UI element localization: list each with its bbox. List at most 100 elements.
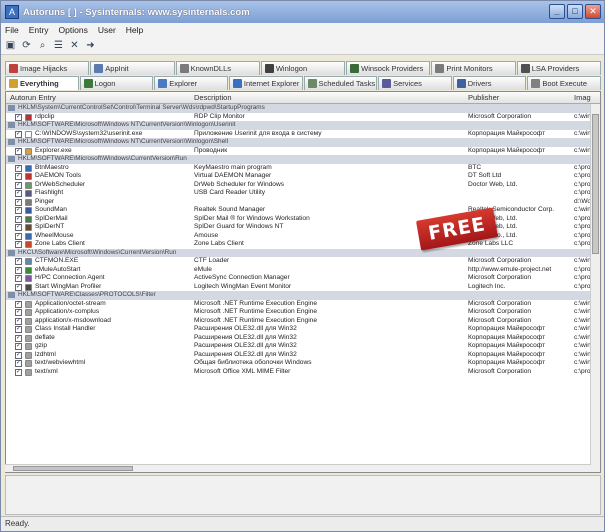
entry-checkbox[interactable]: ✓: [15, 275, 22, 282]
find-icon[interactable]: ⌕: [37, 40, 48, 51]
column-image-path[interactable]: Imag: [574, 93, 591, 102]
entry-checkbox[interactable]: ✓: [15, 190, 22, 197]
autorun-entry-row[interactable]: ✓WheelMouseAmouseAmtech Co., Ltd.c:\pro: [6, 232, 600, 241]
autorun-entry-row[interactable]: ✓ Application/x-complus Microsoft .NET Run…: [6, 308, 600, 317]
tab-drivers[interactable]: Drivers: [452, 76, 527, 90]
entry-checkbox[interactable]: ✓: [15, 113, 22, 121]
column-autorun-entry[interactable]: Autorun Entry: [10, 93, 56, 102]
tab-boot-execute[interactable]: Boot Execute: [527, 76, 601, 90]
entry-checkbox[interactable]: ✓: [15, 232, 22, 240]
vertical-scrollbar[interactable]: [590, 104, 600, 472]
entry-checkbox[interactable]: ✓: [15, 173, 22, 180]
autorun-entry-row[interactable]: ✓ Class Install Handler Расширения OLE32.d…: [6, 325, 600, 334]
horizontal-scrollbar[interactable]: [5, 464, 591, 472]
entry-checkbox[interactable]: ✓: [15, 368, 22, 376]
delete-icon[interactable]: ✕: [69, 40, 80, 51]
registry-key-row[interactable]: HKCU\Software\Microsoft\Windows\CurrentV…: [6, 248, 600, 257]
tab-winlogon[interactable]: Winlogon: [260, 61, 346, 75]
entry-checkbox[interactable]: ✓: [15, 215, 22, 223]
autorun-entry-row[interactable]: ✓ text/webviewhtml Общая библиотека оболоч…: [6, 359, 600, 368]
autorun-entry-row[interactable]: ✓ DrWebScheduler DrWeb Scheduler for Windo…: [6, 181, 600, 190]
autorun-entry-row[interactable]: ✓ text/xml Microsoft Office XML MIME Filte…: [6, 368, 600, 377]
autorun-entry-row[interactable]: ✓ Flashlight USB Card Reader Utility c:\pro: [6, 189, 600, 198]
tab-icon: [382, 79, 392, 88]
registry-key-row[interactable]: HKLM\SOFTWARE\Microsoft\Windows\CurrentV…: [6, 155, 600, 164]
entry-checkbox[interactable]: ✓: [15, 198, 22, 206]
tab-scheduled-tasks[interactable]: Scheduled Tasks: [303, 76, 378, 90]
entry-checkbox[interactable]: ✓: [15, 300, 22, 308]
entry-checkbox[interactable]: ✓: [15, 207, 22, 214]
vertical-scroll-thumb[interactable]: [592, 114, 599, 254]
autorun-entry-row[interactable]: ✓ Application/octet-stream Microsoft .NET …: [6, 300, 600, 309]
autorun-entry-row[interactable]: ✓ Explorer.exe Проводник Корпорация Майкрос…: [6, 147, 600, 156]
horizontal-scroll-thumb[interactable]: [13, 466, 133, 471]
entry-checkbox[interactable]: ✓: [15, 283, 22, 291]
entry-checkbox[interactable]: ✓: [15, 224, 22, 231]
entry-checkbox[interactable]: ✓: [15, 266, 22, 274]
menu-item-entry[interactable]: Entry: [29, 25, 49, 35]
entry-icon: [25, 147, 32, 155]
autorun-entry-row[interactable]: ✓ Zone Labs Client Zone Labs Client Zone La…: [6, 240, 600, 249]
registry-key-row[interactable]: HKLM\System\CurrentControlSet\Control\Te…: [6, 104, 600, 113]
entry-checkbox[interactable]: ✓: [15, 241, 22, 248]
entry-checkbox[interactable]: ✓: [15, 343, 22, 350]
entry-checkbox[interactable]: ✓: [15, 181, 22, 189]
registry-key-row[interactable]: HKLM\SOFTWARE\Microsoft\Windows NT\Curre…: [6, 121, 600, 130]
entry-checkbox[interactable]: ✓: [15, 130, 22, 138]
tab-explorer[interactable]: Explorer: [154, 76, 228, 90]
title-bar[interactable]: A Autoruns [ ] - Sysinternals: www.sysin…: [1, 1, 604, 23]
tab-services[interactable]: Services: [378, 76, 452, 90]
autoruns-list[interactable]: Autorun Entry Description Publisher Imag…: [5, 91, 601, 473]
tab-lsa-providers[interactable]: LSA Providers: [516, 61, 601, 75]
entry-checkbox[interactable]: ✓: [15, 258, 22, 265]
entry-checkbox[interactable]: ✓: [15, 351, 22, 359]
autorun-entry-row[interactable]: ✓ Start WingMan Profiler Logitech WingMan …: [6, 283, 600, 292]
entry-checkbox[interactable]: ✓: [15, 317, 22, 325]
minimize-button[interactable]: _: [549, 4, 565, 19]
tab-icon: [264, 64, 274, 73]
menu-item-options[interactable]: Options: [59, 25, 88, 35]
autorun-entry-row[interactable]: ✓ Pinger d:\Wo: [6, 198, 600, 207]
menu-item-user[interactable]: User: [98, 25, 116, 35]
save-icon[interactable]: ▣: [5, 40, 16, 51]
jump-icon[interactable]: ➜: [85, 40, 96, 51]
tab-winsock-providers[interactable]: Winsock Providers: [346, 61, 431, 75]
maximize-button[interactable]: □: [567, 4, 583, 19]
properties-icon[interactable]: ☰: [53, 40, 64, 51]
column-publisher[interactable]: Publisher: [468, 93, 499, 102]
tab-everything[interactable]: Everything: [5, 76, 79, 90]
autorun-entry-row[interactable]: ✓ C:\WINDOWS\system32\userinit.exe Приложе…: [6, 130, 600, 139]
autorun-entry-row[interactable]: ✓ lzdhtml Расширения OLE32.dll для Win32 Ко…: [6, 351, 600, 360]
autorun-entry-row[interactable]: ✓ SoundMan Realtek Sound Manager Realtek Se…: [6, 206, 600, 215]
autorun-entry-row[interactable]: ✓ CTFMON.EXE CTF Loader Microsoft Corporati…: [6, 257, 600, 266]
autorun-entry-row[interactable]: ✓ SpIDerMail SpIDer Mail ® for Windows Wor…: [6, 215, 600, 224]
autorun-entry-row[interactable]: ✓ H/PC Connection Agent ActiveSync Connect…: [6, 274, 600, 283]
entry-checkbox[interactable]: ✓: [15, 147, 22, 155]
entry-checkbox[interactable]: ✓: [15, 309, 22, 316]
autorun-entry-row[interactable]: ✓ deflate Расширения OLE32.dll для Win32 Ко…: [6, 334, 600, 343]
entry-checkbox[interactable]: ✓: [15, 164, 22, 172]
menu-item-file[interactable]: File: [5, 25, 19, 35]
tab-logon[interactable]: Logon: [79, 76, 154, 90]
autorun-entry-row[interactable]: ✓ BtnMaestro KeyMaestro main program BTC c:\…: [6, 164, 600, 173]
entry-checkbox[interactable]: ✓: [15, 360, 22, 367]
registry-key-row[interactable]: HKLM\SOFTWARE\Microsoft\Windows NT\Curre…: [6, 138, 600, 147]
autorun-entry-row[interactable]: ✓ gzip Расширения OLE32.dll для Win32 Корпо…: [6, 342, 600, 351]
autorun-entry-row[interactable]: ✓SpIDerNTSpIDer Guard for Windows NTDoct…: [6, 223, 600, 232]
autorun-entry-row[interactable]: ✓ eMuleAutoStart eMule http://www.emule-pro…: [6, 266, 600, 275]
close-button[interactable]: ✕: [585, 4, 601, 19]
tab-knowndlls[interactable]: KnownDLLs: [175, 61, 260, 75]
refresh-icon[interactable]: ⟳: [21, 40, 32, 51]
tab-print-monitors[interactable]: Print Monitors: [431, 61, 516, 75]
column-description[interactable]: Description: [194, 93, 232, 102]
entry-checkbox[interactable]: ✓: [15, 326, 22, 333]
tab-internet-explorer[interactable]: Internet Explorer: [228, 76, 303, 90]
entry-checkbox[interactable]: ✓: [15, 334, 22, 342]
autorun-entry-row[interactable]: ✓ DAEMON Tools Virtual DAEMON Manager DT So…: [6, 172, 600, 181]
registry-key-row[interactable]: HKLM\SOFTWARE\Classes\PROTOCOLS\Filter: [6, 291, 600, 300]
tab-appinit[interactable]: AppInit: [90, 61, 175, 75]
menu-item-help[interactable]: Help: [126, 25, 143, 35]
autorun-entry-row[interactable]: ✓ application/x-msdownload Microsoft .NET …: [6, 317, 600, 326]
tab-image-hijacks[interactable]: Image Hijacks: [5, 61, 90, 75]
autorun-entry-row[interactable]: ✓ rdpclip RDP Clip Monitor Microsoft Corpor…: [6, 113, 600, 122]
